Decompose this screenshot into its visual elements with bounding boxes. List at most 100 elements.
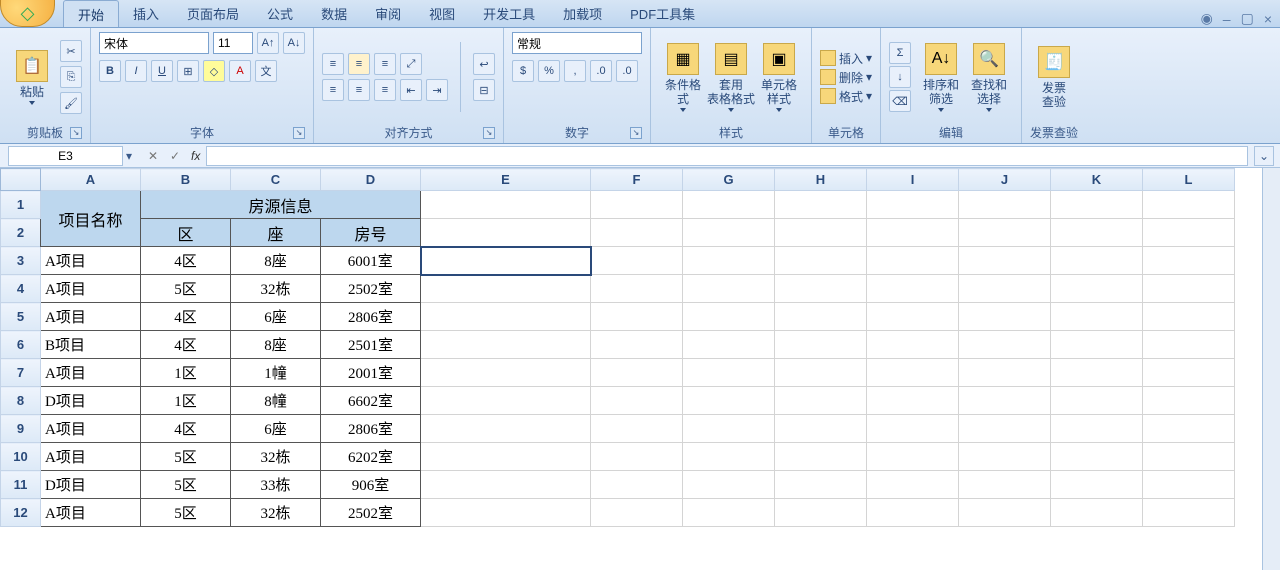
row-header-11[interactable]: 11: [1, 471, 41, 499]
data-cell[interactable]: B项目: [41, 331, 141, 359]
cell[interactable]: [683, 387, 775, 415]
cell[interactable]: [959, 331, 1051, 359]
phonetic-button[interactable]: 文: [255, 60, 277, 82]
cancel-formula-button[interactable]: ✕: [143, 146, 163, 166]
italic-button[interactable]: I: [125, 60, 147, 82]
data-cell[interactable]: A项目: [41, 443, 141, 471]
header-project-name[interactable]: 项目名称: [41, 191, 141, 247]
increase-decimal-button[interactable]: .0: [590, 60, 612, 82]
cell[interactable]: [959, 191, 1051, 219]
data-cell[interactable]: A项目: [41, 275, 141, 303]
dialog-launcher-icon[interactable]: ↘: [293, 127, 305, 139]
decrease-indent-button[interactable]: ⇤: [400, 79, 422, 101]
decrease-decimal-button[interactable]: .0: [616, 60, 638, 82]
tab-开始[interactable]: 开始: [63, 0, 119, 27]
data-cell[interactable]: 5区: [141, 471, 231, 499]
fill-button[interactable]: ↓: [889, 66, 911, 88]
percent-format-button[interactable]: %: [538, 60, 560, 82]
cell[interactable]: [683, 219, 775, 247]
header-zone[interactable]: 区: [141, 219, 231, 247]
fill-color-button[interactable]: ◇: [203, 60, 225, 82]
bold-button[interactable]: B: [99, 60, 121, 82]
row-header-6[interactable]: 6: [1, 331, 41, 359]
cell[interactable]: [421, 499, 591, 527]
cell[interactable]: [867, 471, 959, 499]
align-center-button[interactable]: ≡: [348, 79, 370, 101]
data-cell[interactable]: 2806室: [321, 415, 421, 443]
cell[interactable]: [1143, 471, 1235, 499]
data-cell[interactable]: 8座: [231, 331, 321, 359]
row-header-12[interactable]: 12: [1, 499, 41, 527]
cell[interactable]: [421, 471, 591, 499]
row-header-2[interactable]: 2: [1, 219, 41, 247]
column-header-G[interactable]: G: [683, 169, 775, 191]
align-right-button[interactable]: ≡: [374, 79, 396, 101]
column-header-B[interactable]: B: [141, 169, 231, 191]
data-cell[interactable]: 4区: [141, 303, 231, 331]
cell[interactable]: [683, 331, 775, 359]
cell[interactable]: [421, 387, 591, 415]
cell[interactable]: [959, 415, 1051, 443]
data-cell[interactable]: 32栋: [231, 275, 321, 303]
cell[interactable]: [1051, 331, 1143, 359]
cell[interactable]: [1051, 359, 1143, 387]
data-cell[interactable]: 8幢: [231, 387, 321, 415]
cell[interactable]: [683, 359, 775, 387]
data-cell[interactable]: 33栋: [231, 471, 321, 499]
cell[interactable]: [1051, 303, 1143, 331]
border-button[interactable]: ⊞: [177, 60, 199, 82]
cell[interactable]: [867, 499, 959, 527]
cell[interactable]: [959, 443, 1051, 471]
row-header-1[interactable]: 1: [1, 191, 41, 219]
select-all-corner[interactable]: [1, 169, 41, 191]
cell[interactable]: [1051, 443, 1143, 471]
cell[interactable]: [591, 499, 683, 527]
row-header-4[interactable]: 4: [1, 275, 41, 303]
data-cell[interactable]: D项目: [41, 387, 141, 415]
cut-button[interactable]: ✂: [60, 40, 82, 62]
tab-加载项[interactable]: 加载项: [549, 0, 616, 27]
cell[interactable]: [421, 303, 591, 331]
font-color-button[interactable]: A: [229, 60, 251, 82]
cell[interactable]: [421, 219, 591, 247]
clear-button[interactable]: ⌫: [889, 90, 911, 112]
formula-input[interactable]: [206, 146, 1248, 166]
data-cell[interactable]: 2001室: [321, 359, 421, 387]
delete-cells-button[interactable]: 删除 ▾: [820, 69, 872, 86]
data-cell[interactable]: 6001室: [321, 247, 421, 275]
cell[interactable]: [591, 303, 683, 331]
tab-插入[interactable]: 插入: [119, 0, 173, 27]
underline-button[interactable]: U: [151, 60, 173, 82]
data-cell[interactable]: 5区: [141, 499, 231, 527]
cell[interactable]: [683, 443, 775, 471]
data-cell[interactable]: 906室: [321, 471, 421, 499]
cell[interactable]: [867, 443, 959, 471]
data-cell[interactable]: 8座: [231, 247, 321, 275]
cell[interactable]: [775, 471, 867, 499]
tab-PDF工具集[interactable]: PDF工具集: [616, 0, 709, 27]
cell[interactable]: [1143, 331, 1235, 359]
data-cell[interactable]: 4区: [141, 415, 231, 443]
cell[interactable]: [591, 331, 683, 359]
data-cell[interactable]: 1区: [141, 387, 231, 415]
cell[interactable]: [683, 247, 775, 275]
data-cell[interactable]: 2502室: [321, 275, 421, 303]
find-select-button[interactable]: 🔍 查找和 选择: [965, 38, 1013, 116]
cell[interactable]: [1143, 387, 1235, 415]
column-header-D[interactable]: D: [321, 169, 421, 191]
cell[interactable]: [421, 415, 591, 443]
data-cell[interactable]: 2501室: [321, 331, 421, 359]
data-cell[interactable]: 4区: [141, 247, 231, 275]
format-as-table-button[interactable]: ▤ 套用 表格格式: [707, 38, 755, 116]
data-cell[interactable]: A项目: [41, 359, 141, 387]
cell[interactable]: [591, 191, 683, 219]
row-header-7[interactable]: 7: [1, 359, 41, 387]
data-cell[interactable]: A项目: [41, 415, 141, 443]
cell[interactable]: [959, 247, 1051, 275]
accounting-format-button[interactable]: $: [512, 60, 534, 82]
data-cell[interactable]: 2806室: [321, 303, 421, 331]
restore-icon[interactable]: ▢: [1241, 10, 1254, 27]
align-bottom-button[interactable]: ≡: [374, 53, 396, 75]
data-cell[interactable]: A项目: [41, 303, 141, 331]
column-header-C[interactable]: C: [231, 169, 321, 191]
